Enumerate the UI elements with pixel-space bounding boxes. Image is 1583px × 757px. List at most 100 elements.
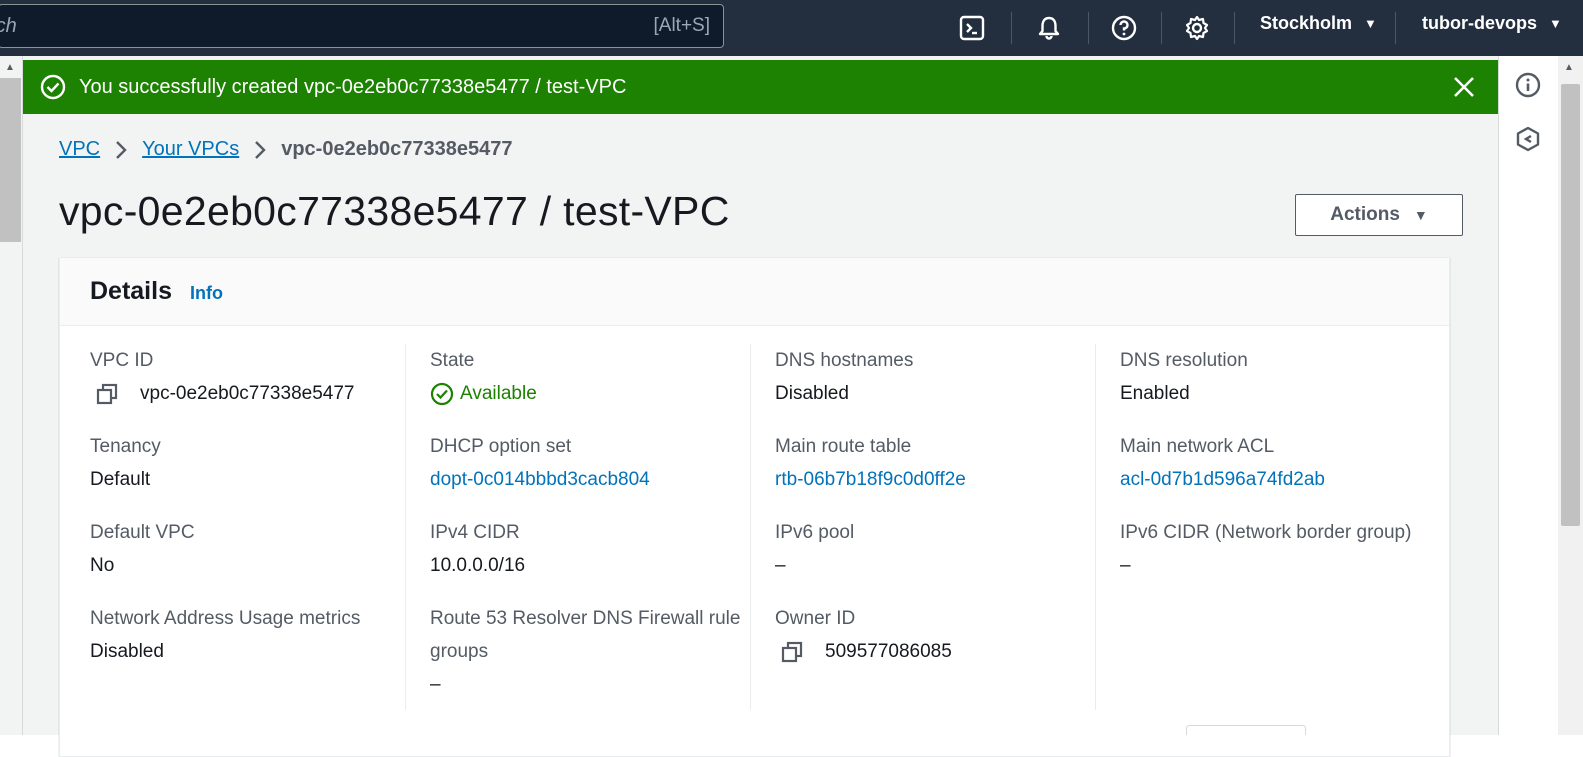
- details-field: Default VPC No: [90, 516, 405, 582]
- field-value: 10.0.0.0/16: [430, 549, 750, 582]
- breadcrumb-link-your-vpcs[interactable]: Your VPCs: [142, 138, 239, 161]
- search-shortcut-hint: [Alt+S]: [653, 15, 711, 36]
- field-label: Main route table: [775, 436, 912, 457]
- nav-divider: [1395, 12, 1396, 44]
- field-label: Default VPC: [90, 522, 195, 543]
- field-label: Route 53 Resolver DNS Firewall rule grou…: [430, 608, 741, 662]
- details-field: IPv6 pool –: [775, 516, 1095, 582]
- bell-icon[interactable]: [1032, 11, 1066, 45]
- page-scrollbar-thumb[interactable]: [1561, 84, 1580, 526]
- field-value-text: Disabled: [775, 383, 849, 404]
- field-label: Owner ID: [775, 608, 856, 629]
- actions-button[interactable]: Actions ▼: [1295, 194, 1463, 236]
- details-field: Main network ACL acl-0d7b1d596a74fd2ab: [1120, 430, 1440, 496]
- details-field: Network Address Usage metrics Disabled: [90, 602, 405, 668]
- field-value: Disabled: [90, 635, 405, 668]
- left-scrollbar-thumb[interactable]: [0, 78, 21, 242]
- field-label: IPv4 CIDR: [430, 522, 520, 543]
- field-value-link[interactable]: dopt-0c014bbbd3cacb804: [430, 463, 750, 496]
- search-placeholder: rch: [0, 14, 17, 37]
- field-value-text: acl-0d7b1d596a74fd2ab: [1120, 469, 1325, 490]
- bottom-panel-tab[interactable]: [1186, 725, 1306, 735]
- details-field: IPv6 CIDR (Network border group) –: [1120, 516, 1440, 582]
- nav-divider: [1161, 12, 1162, 44]
- field-label: DNS hostnames: [775, 350, 914, 371]
- field-value-text: –: [1120, 555, 1131, 576]
- scroll-up-arrow-icon[interactable]: ▲: [1564, 62, 1574, 73]
- field-label: IPv6 pool: [775, 522, 855, 543]
- details-field: Route 53 Resolver DNS Firewall rule grou…: [430, 602, 750, 701]
- info-link[interactable]: Info: [190, 283, 223, 304]
- field-value-text: vpc-0e2eb0c77338e5477: [140, 383, 355, 404]
- gear-icon[interactable]: [1180, 11, 1214, 45]
- field-value-link[interactable]: acl-0d7b1d596a74fd2ab: [1120, 463, 1440, 496]
- nav-divider: [1088, 12, 1089, 44]
- details-title: Details: [90, 277, 172, 305]
- account-selector[interactable]: tubor-devops ▼: [1422, 13, 1562, 34]
- scroll-up-arrow-icon[interactable]: ▲: [5, 62, 15, 73]
- field-label: Main network ACL: [1120, 436, 1275, 457]
- copy-icon[interactable]: [779, 640, 807, 664]
- search-input[interactable]: rch [Alt+S]: [0, 4, 724, 48]
- success-flashbar: You successfully created vpc-0e2eb0c7733…: [23, 60, 1498, 114]
- nav-divider: [1011, 12, 1012, 44]
- page-title: vpc-0e2eb0c77338e5477 / test-VPC: [59, 188, 730, 234]
- breadcrumb-link-vpc[interactable]: VPC: [59, 138, 100, 161]
- field-value-text: Default: [90, 469, 151, 490]
- page-scrollbar[interactable]: ▲: [1558, 56, 1583, 735]
- field-label: Network Address Usage metrics: [90, 608, 361, 629]
- main-content: You successfully created vpc-0e2eb0c7733…: [23, 56, 1498, 757]
- terminal-icon[interactable]: [955, 11, 989, 45]
- field-value-text: Enabled: [1120, 383, 1190, 404]
- details-field: DNS resolution Enabled: [1120, 344, 1440, 410]
- details-field: Tenancy Default: [90, 430, 405, 496]
- actions-label: Actions: [1330, 204, 1400, 225]
- chevron-right-icon: [114, 140, 128, 160]
- region-label: Stockholm: [1260, 13, 1353, 33]
- field-value-text: rtb-06b7b18f9c0d0ff2e: [775, 469, 966, 490]
- field-value-text: Available: [460, 383, 537, 404]
- tools-panel: [1498, 56, 1558, 735]
- field-value: Disabled: [775, 377, 1095, 410]
- details-column: State Available DHCP option set dopt-0c014b…: [405, 344, 750, 710]
- details-grid: VPC ID vpc-0e2eb0c77338e5477 Tenancy Defaul…: [60, 326, 1449, 710]
- field-value-text: No: [90, 555, 115, 576]
- details-field: DHCP option set dopt-0c014bbbd3cacb804: [430, 430, 750, 496]
- field-value: Default: [90, 463, 405, 496]
- close-icon[interactable]: [1450, 73, 1478, 101]
- field-value-text: Disabled: [90, 641, 164, 662]
- field-value-text: –: [775, 555, 786, 576]
- account-label: tubor-devops: [1422, 13, 1537, 33]
- info-icon[interactable]: [1513, 70, 1543, 100]
- field-value: Enabled: [1120, 377, 1440, 410]
- field-value: No: [90, 549, 405, 582]
- hexagon-icon[interactable]: [1513, 124, 1543, 154]
- caret-down-icon: ▼: [1364, 16, 1377, 31]
- field-value-text: dopt-0c014bbbd3cacb804: [430, 469, 650, 490]
- nav-divider: [1234, 12, 1235, 44]
- field-label: IPv6 CIDR (Network border group): [1120, 522, 1412, 543]
- details-column: DNS resolution Enabled Main network ACL acl…: [1095, 344, 1440, 710]
- details-header: Details Info: [60, 258, 1449, 326]
- details-column: DNS hostnames Disabled Main route table rtb…: [750, 344, 1095, 710]
- field-label: VPC ID: [90, 350, 154, 371]
- caret-down-icon: ▼: [1413, 207, 1428, 223]
- field-value: –: [775, 549, 1095, 582]
- status-ok-icon: [430, 382, 454, 406]
- field-value: 509577086085: [775, 635, 1095, 668]
- breadcrumb-current: vpc-0e2eb0c77338e5477: [281, 138, 513, 160]
- field-value-link[interactable]: rtb-06b7b18f9c0d0ff2e: [775, 463, 1095, 496]
- details-field: DNS hostnames Disabled: [775, 344, 1095, 410]
- field-label: DHCP option set: [430, 436, 572, 457]
- field-value-text: 10.0.0.0/16: [430, 555, 526, 576]
- copy-icon[interactable]: [94, 382, 122, 406]
- field-value: Available: [430, 377, 750, 410]
- field-value-text: 509577086085: [825, 641, 952, 662]
- region-selector[interactable]: Stockholm ▼: [1260, 13, 1377, 34]
- details-panel: Details Info VPC ID vpc-0e2eb0c77338e5477…: [59, 257, 1450, 757]
- flash-message: You successfully created vpc-0e2eb0c7733…: [79, 75, 627, 98]
- help-icon[interactable]: [1107, 11, 1141, 45]
- caret-down-icon: ▼: [1549, 16, 1562, 31]
- field-value: –: [430, 668, 750, 701]
- field-value-text: –: [430, 674, 441, 695]
